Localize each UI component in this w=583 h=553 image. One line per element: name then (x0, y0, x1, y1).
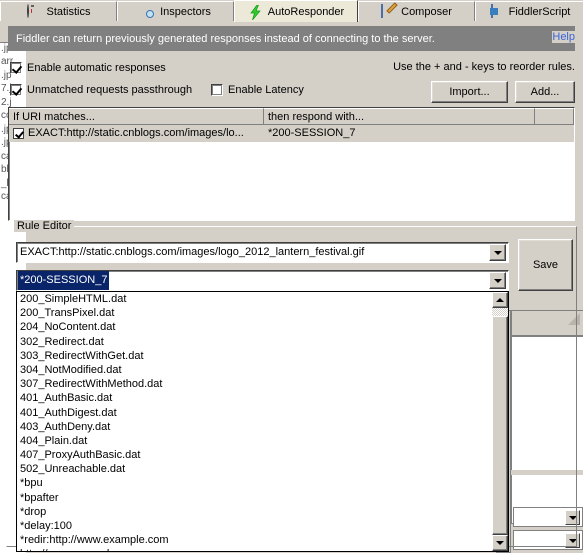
list-item[interactable]: 502_Unreachable.dat (17, 462, 492, 476)
list-item[interactable]: *bpafter (17, 491, 492, 505)
tab-statistics[interactable]: Statistics (0, 1, 117, 21)
list-item[interactable]: 401_AuthBasic.dat (17, 391, 492, 405)
checkbox-label: Unmatched requests passthrough (27, 84, 193, 96)
stopwatch-icon (26, 3, 41, 19)
checkbox-unmatched-requests-passthrough[interactable]: Unmatched requests passthrough (10, 84, 192, 96)
inspectors-grid-icon (140, 5, 155, 19)
list-item[interactable]: *drop (17, 505, 492, 519)
lightning-bolt-icon (248, 4, 263, 20)
list-item[interactable]: 302_Redirect.dat (17, 335, 492, 349)
rule-match-combo[interactable]: EXACT:http://static.cnblogs.com/images/l… (16, 242, 509, 263)
info-banner-message: Fiddler can return previously generated … (16, 32, 435, 45)
tab-label: FiddlerScript (508, 5, 571, 18)
rule-response-cell[interactable]: *200-SESSION_7 (264, 125, 535, 142)
dropdown-scrollbar[interactable] (492, 292, 508, 551)
response-dropdown-items: 200_SimpleHTML.dat 200_TransPixel.dat 20… (17, 292, 492, 551)
scrollbar-thumb[interactable] (492, 316, 508, 535)
tab-fiddlerscript[interactable]: FiddlerScript (475, 1, 583, 21)
scroll-down-icon[interactable] (492, 535, 508, 551)
rules-grid-header: If URI matches... then respond with... (9, 108, 574, 125)
list-item[interactable]: 401_AuthDigest.dat (17, 406, 492, 420)
rule-response-value[interactable]: *200-SESSION_7 (18, 271, 110, 290)
rule-uri-text: EXACT:http://static.cnblogs.com/images/l… (28, 127, 244, 139)
tab-composer[interactable]: Composer (358, 1, 475, 21)
column-header-response[interactable]: then respond with... (264, 108, 535, 125)
import-button[interactable]: Import... (431, 81, 508, 103)
save-button[interactable]: Save (518, 239, 573, 291)
column-header-spacer[interactable] (535, 108, 574, 125)
list-item[interactable]: *bpu (17, 476, 492, 490)
list-item[interactable]: 307_RedirectWithMethod.dat (17, 377, 492, 391)
list-item[interactable]: 404_Plain.dat (17, 434, 492, 448)
list-item[interactable]: http://www.example.com (17, 547, 492, 551)
compose-pencil-icon (381, 3, 396, 19)
rules-grid[interactable]: If URI matches... then respond with... E… (8, 107, 575, 221)
checkbox-icon[interactable] (10, 62, 22, 74)
list-item[interactable]: *delay:100 (17, 519, 492, 533)
checkbox-icon[interactable] (10, 84, 22, 96)
list-item[interactable]: 303_RedirectWithGet.dat (17, 349, 492, 363)
chevron-down-icon[interactable] (489, 272, 506, 289)
rule-enabled-checkbox-icon[interactable] (13, 128, 24, 139)
tab-label: AutoResponder (267, 5, 345, 18)
list-item[interactable]: 200_SimpleHTML.dat (17, 292, 492, 306)
list-item[interactable]: 304_NotModified.dat (17, 363, 492, 377)
tab-inspectors[interactable]: Inspectors (117, 1, 234, 21)
checkbox-enable-latency[interactable]: Enable Latency (211, 84, 304, 96)
checkbox-label: Enable Latency (228, 84, 304, 96)
tab-label: Statistics (46, 5, 91, 18)
rule-uri-cell[interactable]: EXACT:http://static.cnblogs.com/images/l… (9, 125, 264, 142)
add-button[interactable]: Add... (515, 81, 575, 103)
tab-strip: Statistics Inspectors AutoResponder Comp… (0, 0, 583, 22)
chevron-down-icon[interactable] (489, 244, 506, 261)
list-item[interactable]: *redir:http://www.example.com (17, 533, 492, 547)
list-item[interactable]: 403_AuthDeny.dat (17, 420, 492, 434)
list-item[interactable]: 204_NoContent.dat (17, 320, 492, 334)
rule-response-combo[interactable]: *200-SESSION_7 (16, 270, 509, 291)
column-header-uri[interactable]: If URI matches... (9, 108, 264, 125)
tab-label: Inspectors (160, 5, 211, 18)
list-item[interactable]: 200_TransPixel.dat (17, 306, 492, 320)
rule-match-value[interactable]: EXACT:http://static.cnblogs.com/images/l… (17, 243, 489, 262)
checkbox-enable-automatic-responses[interactable]: Enable automatic responses (10, 62, 166, 74)
script-document-icon (489, 3, 504, 19)
response-dropdown-list[interactable]: 200_SimpleHTML.dat 200_TransPixel.dat 20… (16, 291, 509, 552)
rule-editor-legend: Rule Editor (14, 220, 75, 232)
tab-autoresponder[interactable]: AutoResponder (234, 0, 358, 22)
checkbox-label: Enable automatic responses (27, 62, 166, 74)
table-row[interactable]: EXACT:http://static.cnblogs.com/images/l… (9, 125, 574, 142)
checkbox-icon[interactable] (211, 84, 223, 96)
scroll-up-icon[interactable] (492, 292, 508, 308)
help-link[interactable]: Help (552, 31, 575, 43)
info-banner: Fiddler can return previously generated … (8, 26, 575, 51)
reorder-hint-text: Use the + and - keys to reorder rules. (393, 61, 575, 73)
tab-label: Composer (401, 5, 452, 18)
list-item[interactable]: 407_ProxyAuthBasic.dat (17, 448, 492, 462)
